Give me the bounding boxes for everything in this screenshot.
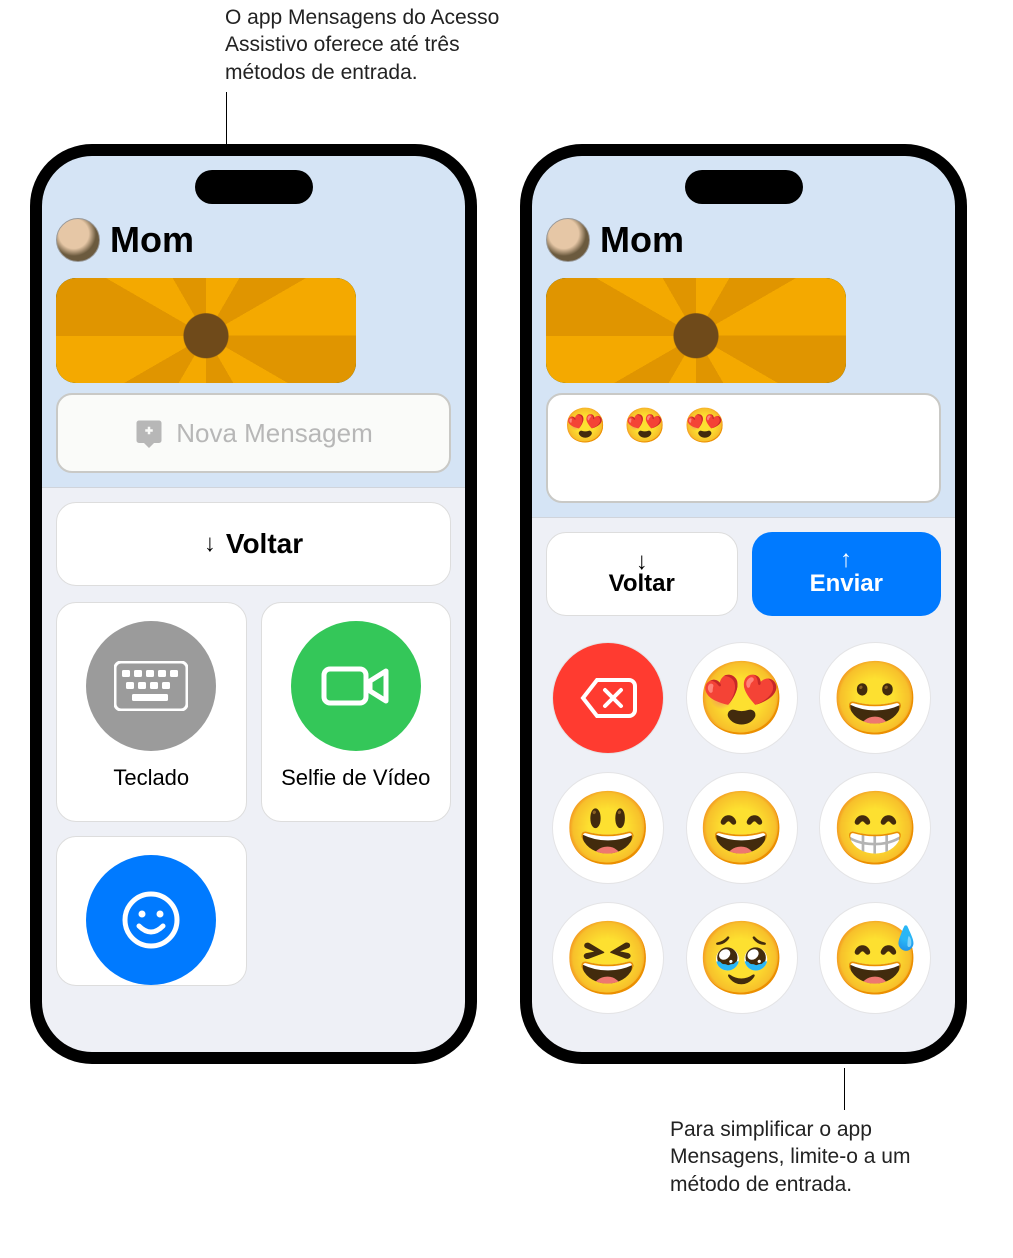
contact-header: Mom [42,212,465,272]
emoji-option[interactable]: 🥹 [686,902,798,1014]
input-method-grid: Teclado Selfie de Vídeo [42,596,465,992]
emoji-face: 😍 [697,656,787,741]
contact-name: Mom [600,219,684,261]
contact-header: Mom [532,212,955,272]
new-message-icon [134,418,164,448]
contact-name: Mom [110,219,194,261]
video-selfie-label: Selfie de Vídeo [281,765,430,791]
emoji-option[interactable]: 😅 [819,902,931,1014]
video-icon [291,621,421,751]
emoji-face: 😃 [563,786,653,871]
emoji-option[interactable]: 😁 [819,772,931,884]
keyboard-icon [86,621,216,751]
emoji-face: 🥹 [697,916,787,1001]
back-label: Voltar [609,571,675,596]
emoji-face: 😀 [831,656,921,741]
notch [195,170,313,204]
flower-photo [56,278,356,383]
arrow-down-icon: ↓ [636,552,648,571]
back-button[interactable]: ↓ Voltar [56,502,451,586]
phone-left-screen: Mom Nova Mensagem ↓ Voltar [42,156,465,1052]
emoji-option[interactable]: 😄 [686,772,798,884]
emoji-grid: 😍 😀 😃 😄 😁 😆 🥹 😅 [532,626,955,1014]
received-image-message [546,278,846,383]
notch [685,170,803,204]
emoji-option[interactable]: 😀 [819,642,931,754]
phone-right: Mom 😍 😍 😍 ↓ Voltar ↓ Enviar [520,144,967,1064]
compose-field[interactable]: 😍 😍 😍 [546,393,941,503]
callout-top: O app Mensagens do Acesso Assistivo ofer… [225,4,545,86]
arrow-up-icon: ↓ [840,552,852,571]
compose-text: 😍 😍 😍 [564,407,730,445]
avatar [56,218,100,262]
emoji-face: 😁 [831,786,921,871]
back-label: Voltar [226,528,303,560]
phone-left: Mom Nova Mensagem ↓ Voltar [30,144,477,1064]
emoji-option[interactable]: 😍 [686,642,798,754]
flower-photo [546,278,846,383]
keyboard-tile[interactable]: Teclado [56,602,247,822]
arrow-down-icon: ↓ [204,534,216,553]
send-button[interactable]: ↓ Enviar [752,532,942,616]
callout-line-bottom [844,1068,845,1110]
emoji-face: 😅 [831,916,921,1001]
emoji-tile[interactable] [56,836,247,986]
phone-right-screen: Mom 😍 😍 😍 ↓ Voltar ↓ Enviar [532,156,955,1052]
emoji-option[interactable]: 😃 [552,772,664,884]
delete-icon [579,676,637,720]
callout-bottom: Para simplificar o app Mensagens, limite… [670,1116,960,1198]
input-methods-panel: ↓ Voltar Teclad [42,487,465,1052]
video-selfie-tile[interactable]: Selfie de Vídeo [261,602,452,822]
avatar [546,218,590,262]
emoji-face: 😆 [563,916,653,1001]
back-button[interactable]: ↓ Voltar [546,532,738,616]
received-image-message [56,278,356,383]
callout-line-top [226,92,227,146]
conversation-area: Mom 😍 😍 😍 [532,156,955,517]
new-message-label: Nova Mensagem [176,418,373,449]
new-message-button[interactable]: Nova Mensagem [56,393,451,473]
conversation-area: Mom Nova Mensagem [42,156,465,487]
delete-button[interactable] [552,642,664,754]
emoji-method-icon [86,855,216,985]
keyboard-label: Teclado [113,765,189,791]
emoji-option[interactable]: 😆 [552,902,664,1014]
emoji-face: 😄 [697,786,787,871]
emoji-keyboard-panel: ↓ Voltar ↓ Enviar 😍 😀 😃 😄 [532,517,955,1052]
